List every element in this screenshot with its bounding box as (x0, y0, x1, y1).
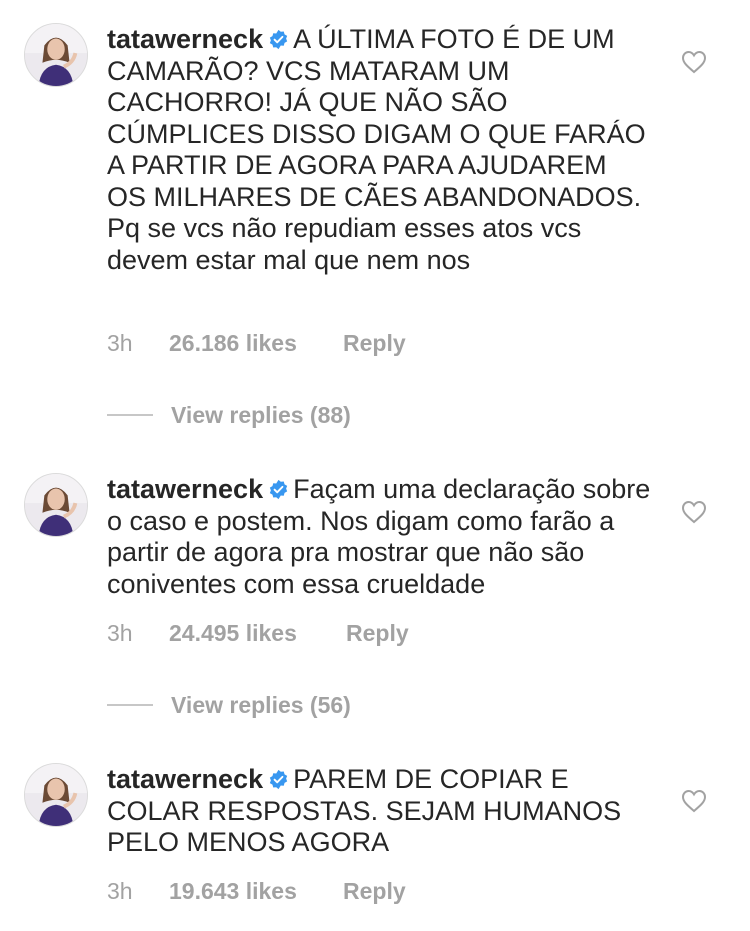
verified-badge-icon (268, 479, 289, 500)
verified-badge-icon (268, 769, 289, 790)
divider-line (107, 414, 153, 416)
comment-text: tatawerneck Façam uma declaração sobre o … (107, 474, 652, 600)
view-replies-label[interactable]: View replies (56) (171, 691, 351, 719)
view-replies-button[interactable]: View replies (56) (107, 691, 407, 719)
comment-time: 3h (107, 878, 133, 904)
comment-text: tatawerneck PAREM DE COPIAR E COLAR RESPO… (107, 764, 652, 859)
comment-text: tatawerneck A ÚLTIMA FOTO É DE UM CAMARÃO… (107, 24, 652, 276)
heart-icon[interactable] (681, 50, 707, 74)
likes-count[interactable]: 24.495 likes (169, 619, 297, 647)
comment-body: A ÚLTIMA FOTO É DE UM CAMARÃO? VCS MATAR… (107, 24, 646, 275)
username[interactable]: tatawerneck (107, 24, 263, 54)
comment-time: 3h (107, 330, 133, 356)
likes-count[interactable]: 19.643 likes (169, 877, 297, 905)
comment-meta: 3h 19.643 likes Reply (107, 877, 507, 905)
reply-button[interactable]: Reply (346, 619, 409, 647)
likes-count[interactable]: 26.186 likes (169, 329, 297, 357)
comment-meta: 3h 26.186 likes Reply (107, 329, 507, 357)
divider-line (107, 704, 153, 706)
reply-button[interactable]: Reply (343, 877, 406, 905)
view-replies-button[interactable]: View replies (88) (107, 401, 407, 429)
heart-icon[interactable] (681, 500, 707, 524)
heart-icon[interactable] (681, 789, 707, 813)
comment-meta: 3h 24.495 likes Reply (107, 619, 507, 647)
comment-time: 3h (107, 620, 133, 646)
username[interactable]: tatawerneck (107, 764, 263, 794)
avatar[interactable] (24, 763, 88, 827)
username[interactable]: tatawerneck (107, 474, 263, 504)
reply-button[interactable]: Reply (343, 329, 406, 357)
verified-badge-icon (268, 29, 289, 50)
avatar[interactable] (24, 473, 88, 537)
avatar[interactable] (24, 23, 88, 87)
view-replies-label[interactable]: View replies (88) (171, 401, 351, 429)
